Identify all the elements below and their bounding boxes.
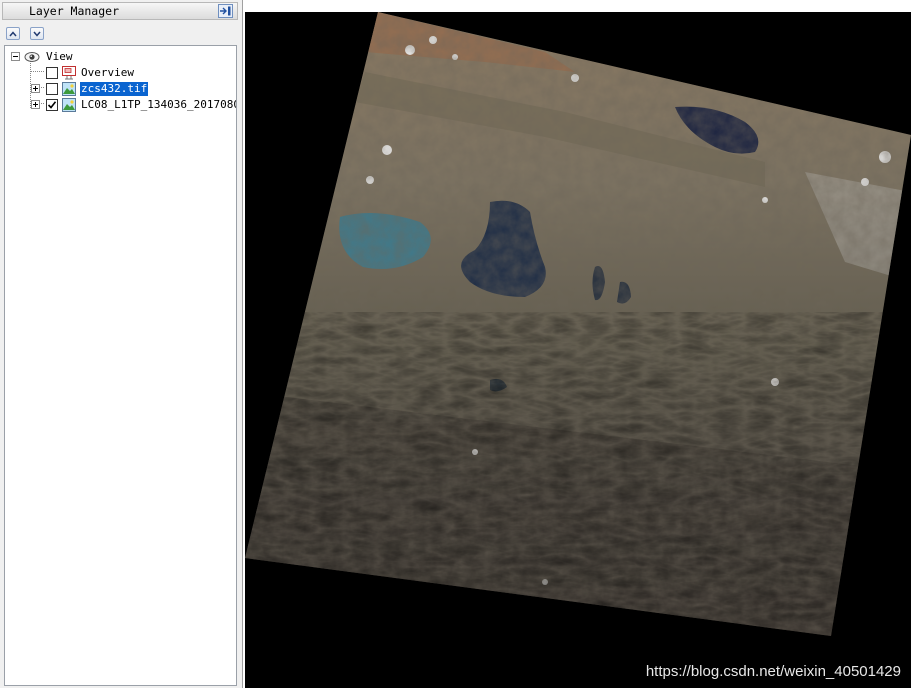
panel-toolbar [2, 24, 240, 44]
layer-label: Overview [81, 66, 134, 79]
raster-layer-icon [62, 98, 76, 112]
layer-manager-panel: Layer Manager View Overview zcs432.tif L… [0, 0, 243, 688]
eye-icon [24, 50, 40, 64]
layer-row-lc08[interactable]: LC08_L1TP_134036_20170808_ [5, 97, 237, 113]
layer-row-overview[interactable]: Overview [5, 65, 236, 81]
layer-visibility-checkbox[interactable] [46, 67, 58, 79]
overview-icon [62, 66, 76, 80]
dock-icon[interactable] [218, 4, 233, 18]
chevron-up-icon [9, 30, 17, 36]
panel-title: Layer Manager [29, 4, 120, 18]
layer-label: LC08_L1TP_134036_20170808_ [81, 98, 237, 111]
map-view[interactable]: https://blog.csdn.net/weixin_40501429 [245, 12, 911, 688]
collapse-icon[interactable] [11, 52, 20, 61]
satellite-image [245, 12, 911, 636]
layer-tree: View Overview zcs432.tif LC08_L1TP_13403… [4, 45, 237, 686]
chevron-down-icon [33, 31, 41, 37]
move-up-button[interactable] [6, 27, 20, 40]
panel-titlebar: Layer Manager [2, 2, 238, 20]
expand-icon[interactable] [31, 100, 40, 109]
layer-visibility-checkbox[interactable] [46, 83, 58, 95]
move-down-button[interactable] [30, 27, 44, 40]
checkmark-icon [47, 101, 57, 109]
layer-row-zcs432[interactable]: zcs432.tif [5, 81, 236, 97]
tree-root-label: View [46, 50, 73, 63]
watermark-text: https://blog.csdn.net/weixin_40501429 [645, 663, 901, 680]
tree-root-view[interactable]: View [5, 49, 236, 65]
raster-layer-icon [62, 82, 76, 96]
expand-icon[interactable] [31, 84, 40, 93]
layer-visibility-checkbox[interactable] [46, 99, 58, 111]
layer-label: zcs432.tif [78, 81, 150, 97]
